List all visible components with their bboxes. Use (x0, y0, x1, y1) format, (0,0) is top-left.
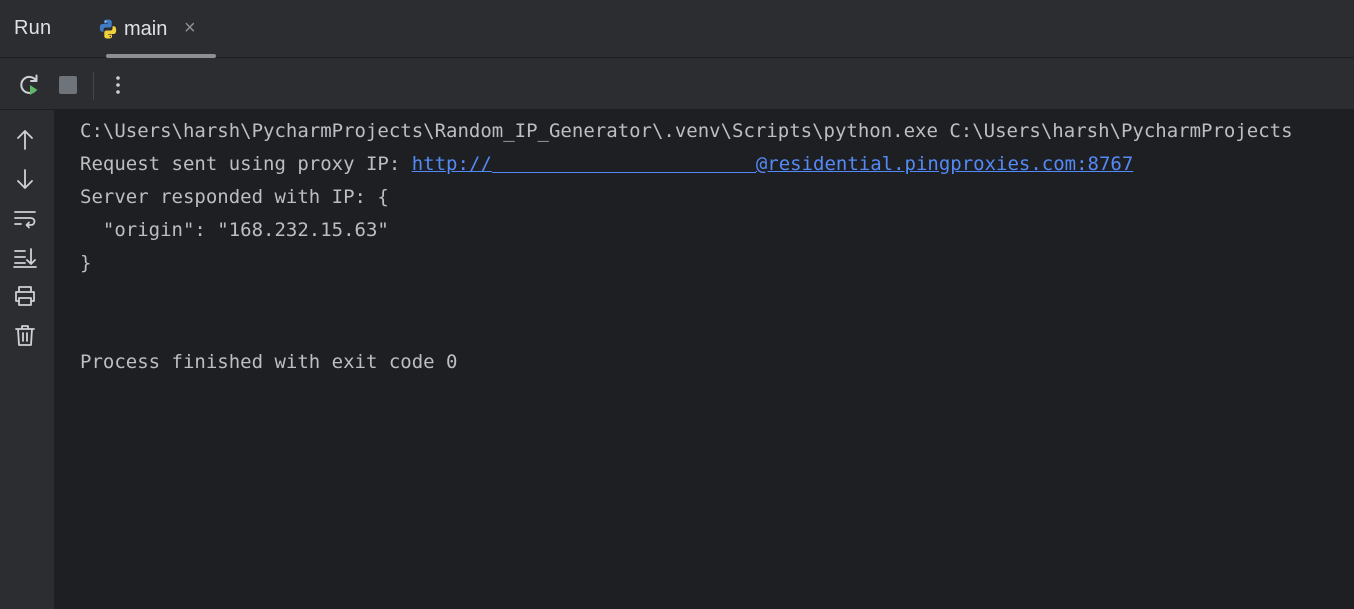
rerun-icon[interactable] (15, 71, 43, 99)
scroll-to-end-icon[interactable] (11, 243, 39, 271)
toolbar-separator (93, 72, 94, 100)
request-line: Request sent using proxy IP: http:// @res… (80, 151, 1133, 177)
exit-code-line: Process finished with exit code 0 (80, 351, 458, 373)
origin-line: "origin": "168.232.15.63" (80, 219, 389, 241)
run-title: Run (14, 17, 52, 39)
command-line: C:\Users\harsh\PycharmProjects\Random_IP… (80, 120, 1293, 142)
run-toolbar (0, 58, 1354, 110)
proxy-link-end: @residential.pingproxies.com:8767 (755, 153, 1134, 175)
python-icon (97, 18, 119, 40)
tab-main-label: main (124, 18, 168, 40)
server-response-line: Server responded with IP: { (80, 186, 389, 208)
soft-wrap-icon[interactable] (11, 204, 39, 232)
console-sidebar (0, 110, 54, 609)
stop-icon[interactable] (54, 71, 82, 99)
print-icon[interactable] (11, 282, 39, 310)
proxy-link[interactable]: http:// @residential.pingproxies.com:8767 (412, 153, 1134, 175)
more-icon[interactable] (104, 71, 132, 99)
down-arrow-icon[interactable] (11, 165, 39, 193)
run-tool-window-header: Run main × (0, 0, 1354, 58)
up-arrow-icon[interactable] (11, 126, 39, 154)
console-output[interactable]: C:\Users\harsh\PycharmProjects\Random_IP… (54, 110, 1354, 609)
trash-icon[interactable] (11, 321, 39, 349)
proxy-credentials-redacted (491, 154, 756, 173)
proxy-link-start: http:// (411, 153, 492, 175)
request-prefix: Request sent using proxy IP: (80, 153, 412, 175)
close-brace-line: } (80, 252, 92, 274)
close-tab-icon[interactable]: × (184, 17, 196, 40)
tab-main[interactable]: main × (80, 0, 216, 58)
